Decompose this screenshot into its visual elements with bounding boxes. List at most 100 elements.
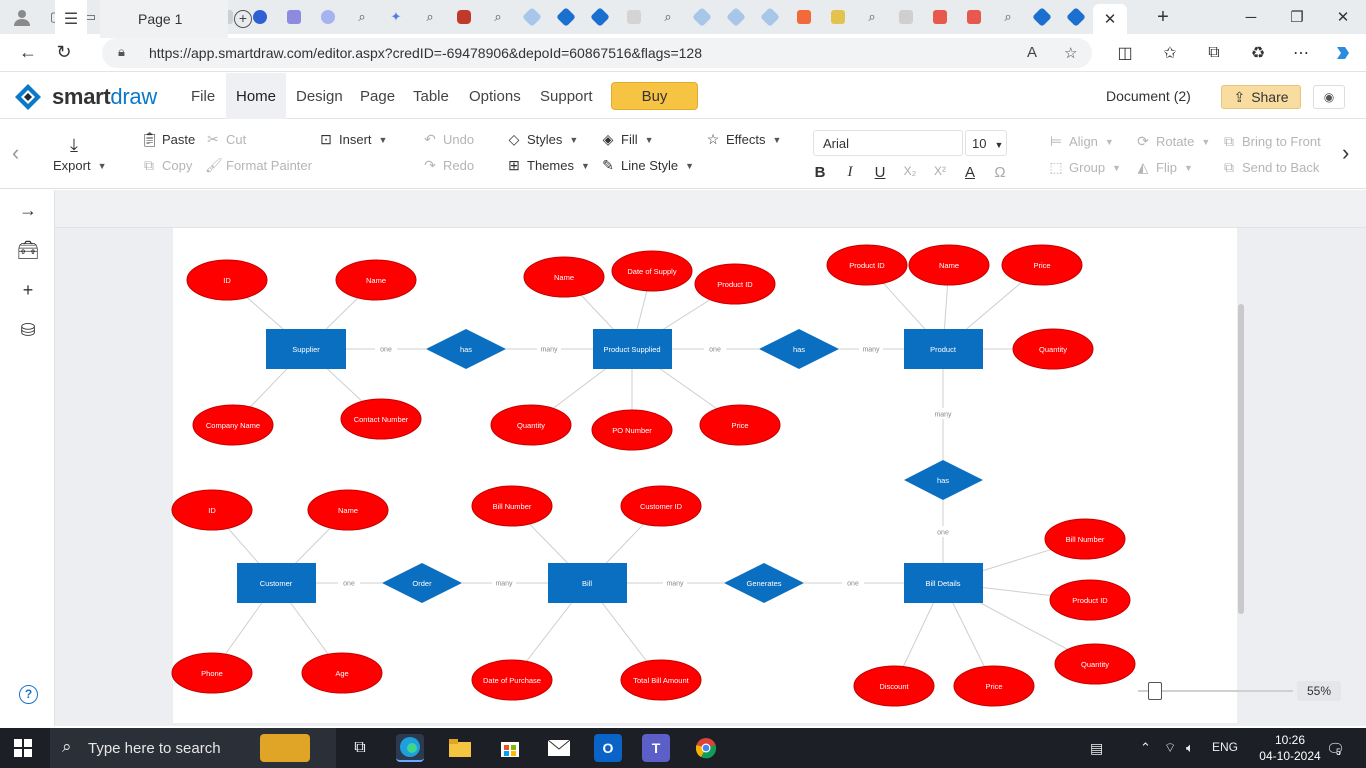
taskbar-clock[interactable]: 10:26 04-10-2024 — [1258, 732, 1322, 764]
tab-favicon[interactable] — [824, 5, 852, 29]
insert-button[interactable]: ⊡ Insert ▼ — [318, 131, 387, 148]
menu-options[interactable]: Options — [459, 73, 531, 119]
url-field[interactable]: 🔒︎ https://app.smartdraw.com/editor.aspx… — [102, 38, 1092, 68]
volume-icon[interactable]: 🔈︎ — [1186, 740, 1194, 756]
tab-search-icon[interactable]: ⌕ — [858, 5, 886, 29]
tab-favicon[interactable]: ✦ — [382, 5, 410, 29]
themes-button[interactable]: ⊞ Themes ▼ — [506, 157, 590, 174]
wifi-icon[interactable]: ⌔ — [1164, 740, 1176, 756]
bold-button[interactable]: B — [810, 164, 830, 181]
windows-start-icon[interactable] — [14, 739, 32, 757]
minimize-button[interactable]: ─ — [1228, 0, 1274, 34]
italic-button[interactable]: I — [840, 164, 860, 181]
tab-favicon[interactable] — [280, 5, 308, 29]
menu-table[interactable]: Table — [403, 73, 459, 119]
tab-favicon[interactable] — [688, 5, 716, 29]
tab-favicon[interactable] — [756, 5, 784, 29]
document-title[interactable]: Document (2) — [1106, 88, 1191, 104]
font-color-icon[interactable]: A — [960, 164, 980, 181]
tab-favicon[interactable] — [790, 5, 818, 29]
lock-icon[interactable]: 🔒︎ — [118, 44, 125, 60]
read-aloud-icon[interactable]: A — [1027, 44, 1037, 61]
extensions-icon[interactable]: ♻ — [1243, 38, 1273, 68]
tab-search-icon[interactable]: ⌕ — [348, 5, 376, 29]
font-name-field[interactable]: Arial — [813, 130, 963, 156]
teams-icon[interactable]: T — [642, 734, 670, 762]
language-indicator[interactable]: ENG — [1212, 740, 1238, 754]
close-window-button[interactable]: ✕ — [1320, 0, 1366, 34]
diagram-page[interactable] — [173, 228, 1237, 723]
superscript-icon[interactable]: X² — [930, 164, 950, 178]
group-button[interactable]: ⬚ Group ▼ — [1048, 159, 1121, 176]
store-icon[interactable] — [496, 734, 524, 762]
expand-panel-arrow-icon[interactable]: → — [14, 196, 42, 224]
back-arrow-icon[interactable]: ← — [10, 38, 46, 68]
outlook-icon[interactable]: O — [594, 734, 622, 762]
more-menu-icon[interactable]: ⋯ — [1286, 38, 1316, 68]
tab-search-icon[interactable]: ⌕ — [484, 5, 512, 29]
notification-icon[interactable]: 🗨︎ 5 — [1326, 740, 1345, 758]
smartdraw-logo[interactable]: smartdraw — [14, 83, 157, 111]
font-size-field[interactable]: 10 ▼ — [965, 130, 1007, 156]
add-shape-icon[interactable]: + — [14, 276, 42, 304]
format-painter-button[interactable]: 🖌︎ Format Painter — [205, 157, 312, 174]
cut-button[interactable]: ✂ Cut — [205, 131, 246, 148]
tab-search-icon[interactable]: ⌕ — [994, 5, 1022, 29]
new-tab-button[interactable]: + — [1149, 6, 1177, 29]
news-widget-icon[interactable]: ▤ — [1090, 740, 1103, 757]
tab-favicon[interactable] — [1062, 5, 1090, 29]
export-button[interactable]: Export ▼ — [53, 158, 107, 173]
copy-button[interactable]: ⧉ Copy — [141, 157, 192, 174]
favorite-star-icon[interactable]: ☆ — [1064, 44, 1077, 62]
collections-icon[interactable]: ⧉ — [1199, 38, 1229, 68]
align-button[interactable]: ⊨ Align ▼ — [1048, 133, 1114, 150]
chrome-icon[interactable] — [692, 734, 720, 762]
tab-favicon[interactable] — [518, 5, 546, 29]
toolbox-icon[interactable]: 🧰︎ — [14, 236, 42, 264]
page-tab-1[interactable]: Page 1 — [100, 0, 228, 38]
tab-search-icon[interactable]: ⌕ — [416, 5, 444, 29]
tab-favicon[interactable] — [552, 5, 580, 29]
add-page-icon[interactable]: + — [234, 10, 252, 28]
menu-home[interactable]: Home — [226, 73, 287, 119]
data-icon[interactable]: ⛁ — [14, 316, 42, 344]
ribbon-scroll-left-icon[interactable]: ‹ — [12, 140, 19, 166]
file-explorer-icon[interactable] — [446, 734, 474, 762]
favorites-icon[interactable]: ✩ — [1155, 38, 1185, 68]
zoom-slider-thumb[interactable] — [1148, 682, 1162, 700]
mail-icon[interactable] — [545, 734, 573, 762]
tab-favicon[interactable] — [926, 5, 954, 29]
styles-button[interactable]: ◇ Styles ▼ — [506, 131, 579, 148]
underline-button[interactable]: U — [870, 164, 890, 181]
taskbar-search[interactable]: ⌕ Type here to search — [50, 728, 336, 768]
bring-to-front-button[interactable]: ⧉ Bring to Front — [1221, 133, 1321, 150]
refresh-icon[interactable]: ↻ — [46, 38, 82, 68]
vertical-scrollbar[interactable] — [1238, 304, 1244, 614]
show-hidden-icons-chevron-icon[interactable]: ⌃ — [1140, 740, 1151, 756]
edge-browser-icon[interactable] — [396, 734, 424, 762]
tab-favicon[interactable] — [722, 5, 750, 29]
tab-favicon[interactable] — [314, 5, 342, 29]
fill-button[interactable]: ◈ Fill ▼ — [600, 131, 654, 148]
subscript-icon[interactable]: X₂ — [900, 164, 920, 178]
menu-page[interactable]: Page — [350, 73, 405, 119]
tab-favicon[interactable] — [892, 5, 920, 29]
menu-file[interactable]: File — [181, 73, 225, 119]
redo-button[interactable]: ↷ Redo — [422, 157, 474, 174]
undo-button[interactable]: ↶ Undo — [422, 131, 474, 148]
task-view-icon[interactable]: ⧉ — [346, 734, 374, 762]
menu-support[interactable]: Support — [530, 73, 603, 119]
tab-favicon[interactable] — [960, 5, 988, 29]
line-style-button[interactable]: ✎ Line Style ▼ — [600, 157, 694, 174]
preview-eye-icon[interactable]: ◉ — [1313, 85, 1345, 109]
buy-button[interactable]: Buy — [611, 82, 698, 110]
rotate-button[interactable]: ⟳ Rotate ▼ — [1135, 133, 1210, 150]
tab-favicon[interactable] — [450, 5, 478, 29]
maximize-button[interactable]: ❐ — [1274, 0, 1320, 34]
split-screen-icon[interactable]: ◫ — [1110, 38, 1140, 68]
effects-button[interactable]: ☆ Effects ▼ — [705, 131, 782, 148]
close-tab-icon[interactable]: ✕ — [1104, 10, 1117, 28]
zoom-level[interactable]: 55% — [1297, 681, 1341, 701]
tab-favicon[interactable] — [586, 5, 614, 29]
tab-search-icon[interactable]: ⌕ — [654, 5, 682, 29]
